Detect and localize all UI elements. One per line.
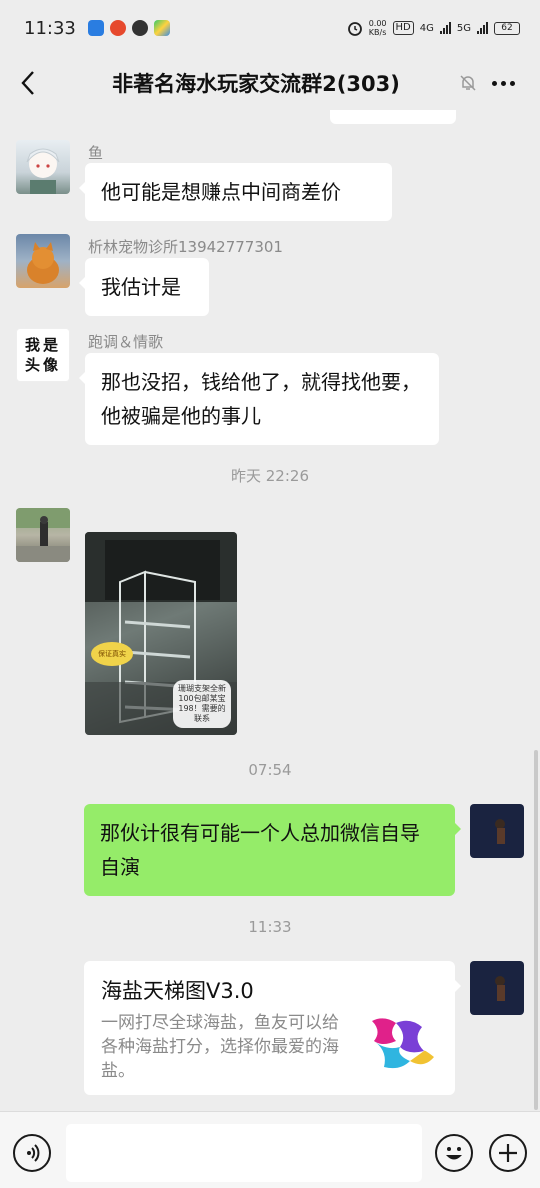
anime-avatar-image xyxy=(26,148,60,194)
network-4g: 4G xyxy=(419,22,434,34)
dot xyxy=(509,80,515,86)
sender-name: 跑调＆情歌 xyxy=(88,333,164,351)
mute-bell-icon xyxy=(456,71,480,95)
status-indicators: 0.00 KB/s HD 4G 5G 62 xyxy=(347,19,520,37)
dot xyxy=(500,80,506,86)
alarm-icon xyxy=(347,22,362,36)
avatar[interactable] xyxy=(16,140,70,194)
status-bar: 11:33 0.00 KB/s HD 4G 5G 62 xyxy=(0,0,540,56)
time-separator: 07:54 xyxy=(248,761,292,779)
message-bubble[interactable]: 他可能是想赚点中间商差价 xyxy=(79,163,392,221)
signal-5g-icon xyxy=(477,22,488,34)
image-sticker: 保证真实 xyxy=(91,642,133,666)
status-time: 11:33 xyxy=(24,17,76,39)
image-caption: 珊瑚支架全新100包邮某宝198！需要的联系 xyxy=(173,680,231,728)
previous-message-bubble[interactable] xyxy=(330,110,456,124)
net-speed: 0.00 KB/s xyxy=(368,19,387,37)
image-message[interactable]: 保证真实 珊瑚支架全新100包邮某宝198！需要的联系 xyxy=(85,532,237,735)
signal-4g-icon xyxy=(439,22,451,34)
sender-name: 析林宠物诊所13942777301 xyxy=(88,238,283,256)
voice-input-button[interactable] xyxy=(13,1134,51,1172)
avatar[interactable] xyxy=(16,234,70,288)
voice-icon xyxy=(27,1144,40,1162)
my-message-bubble[interactable]: 那伙计很有可能一个人总加微信自导自演 xyxy=(84,804,461,896)
chat-scrollbar[interactable] xyxy=(534,750,538,1110)
avatar[interactable] xyxy=(16,508,70,562)
moon-avatar-image xyxy=(478,973,514,1008)
my-avatar[interactable] xyxy=(470,804,524,858)
mini-program-card[interactable]: 海盐天梯图V3.0 一网打尽全球海盐，鱼友可以给各种海盐打分，选择你最爱的海盐。 xyxy=(84,961,461,1095)
avatar-text: 我是 头像 xyxy=(24,336,61,374)
card-description: 一网打尽全球海盐，鱼友可以给各种海盐打分，选择你最爱的海盐。 xyxy=(101,1013,339,1081)
dot xyxy=(491,80,497,86)
more-functions-button[interactable] xyxy=(489,1134,527,1172)
cat-avatar-image xyxy=(27,242,59,284)
message-bubble[interactable]: 那也没招，钱给他了，就得找他要，他被骗是他的事儿 xyxy=(79,353,439,445)
emoji-button[interactable] xyxy=(435,1134,473,1172)
emoji-icon xyxy=(446,1147,462,1160)
time-separator: 昨天 22:26 xyxy=(231,467,309,485)
status-app-icons xyxy=(87,20,170,36)
video-app-icon xyxy=(153,20,170,36)
chat-header: 非著名海水玩家交流群2(303) xyxy=(0,56,540,110)
more-options-button[interactable] xyxy=(488,68,518,98)
back-arrow-icon xyxy=(21,71,34,95)
app-notification-icon xyxy=(87,20,104,36)
card-logo-image xyxy=(372,1018,434,1069)
message-bubble[interactable]: 我估计是 xyxy=(79,258,209,316)
time-separator: 11:33 xyxy=(248,918,292,936)
street-avatar-image xyxy=(16,508,70,562)
sender-name: 鱼 xyxy=(88,144,104,162)
network-5g: 5G xyxy=(456,22,471,34)
plus-icon xyxy=(499,1144,517,1162)
my-avatar[interactable] xyxy=(470,961,524,1015)
card-title: 海盐天梯图V3.0 xyxy=(101,979,254,1003)
back-button[interactable] xyxy=(0,56,56,110)
weibo-icon xyxy=(109,20,126,36)
hd-badge: HD xyxy=(392,21,414,35)
avatar[interactable]: 我是 头像 xyxy=(16,328,70,382)
message-input[interactable] xyxy=(66,1124,422,1182)
chat-title: 非著名海水玩家交流群2(303) xyxy=(112,72,400,96)
compass-icon xyxy=(131,20,148,36)
moon-avatar-image xyxy=(478,816,514,851)
input-bar xyxy=(0,1111,540,1188)
battery-icon: 62 xyxy=(494,21,520,35)
